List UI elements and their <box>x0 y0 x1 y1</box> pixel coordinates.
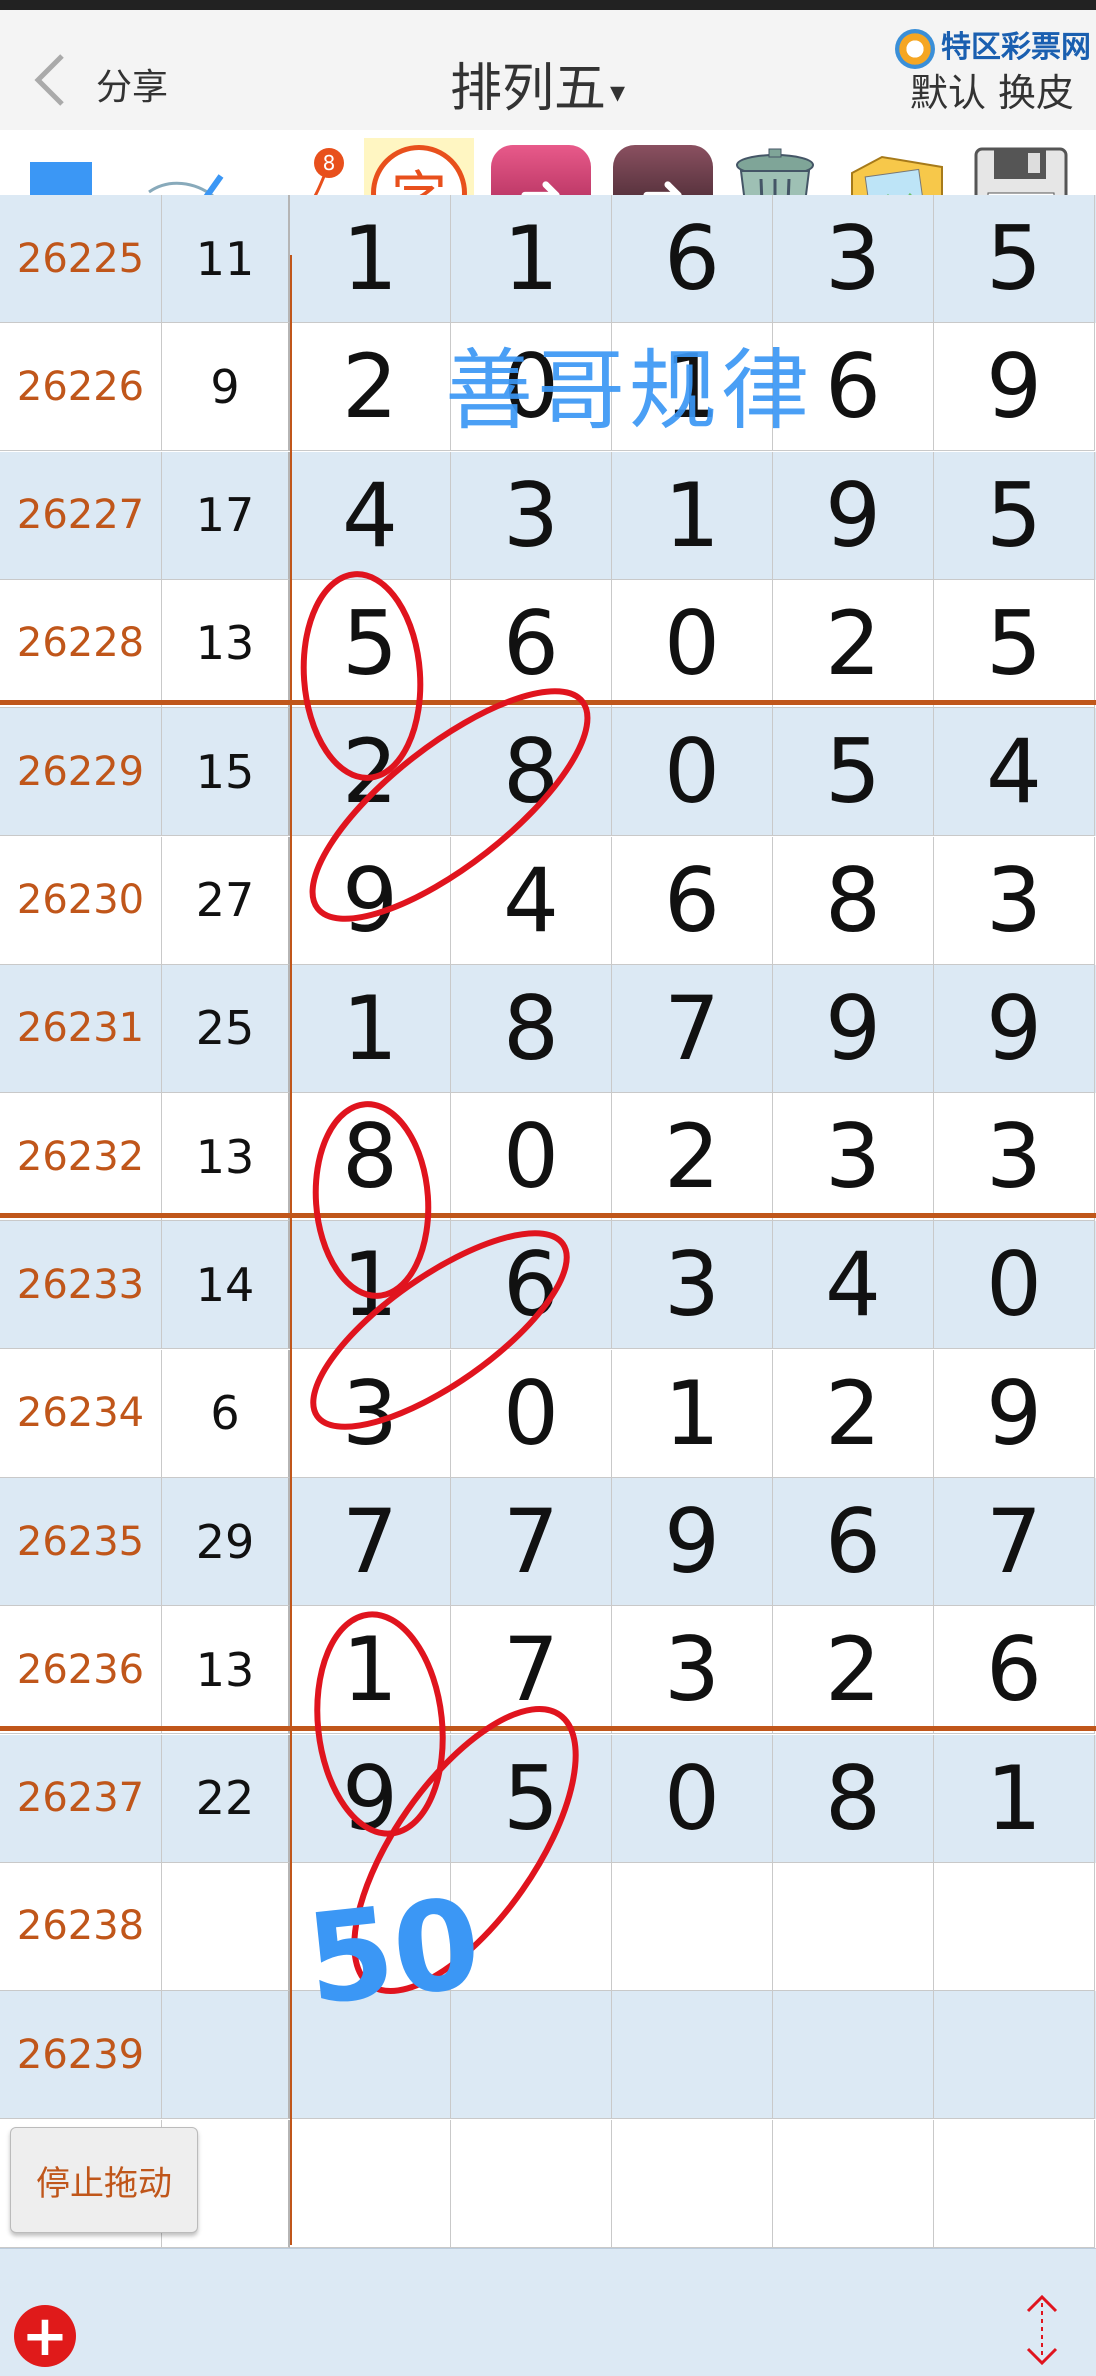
handwritten-note: 50 <box>300 1872 487 2033</box>
red-circle-annotation <box>312 1101 432 1299</box>
red-circle-annotation <box>300 571 424 781</box>
red-oval-annotation <box>309 688 591 922</box>
red-oval-annotation <box>310 1230 570 1430</box>
plus-circle-icon[interactable]: + <box>14 2304 76 2369</box>
annotation-layer: 50 <box>300 571 591 2033</box>
vertical-drag-icon[interactable] <box>1020 2293 1064 2367</box>
red-circle-annotation <box>314 1611 446 1837</box>
stop-drag-button[interactable]: 停止拖动 <box>10 2127 198 2233</box>
bottom-bar: + <box>0 2248 1096 2376</box>
